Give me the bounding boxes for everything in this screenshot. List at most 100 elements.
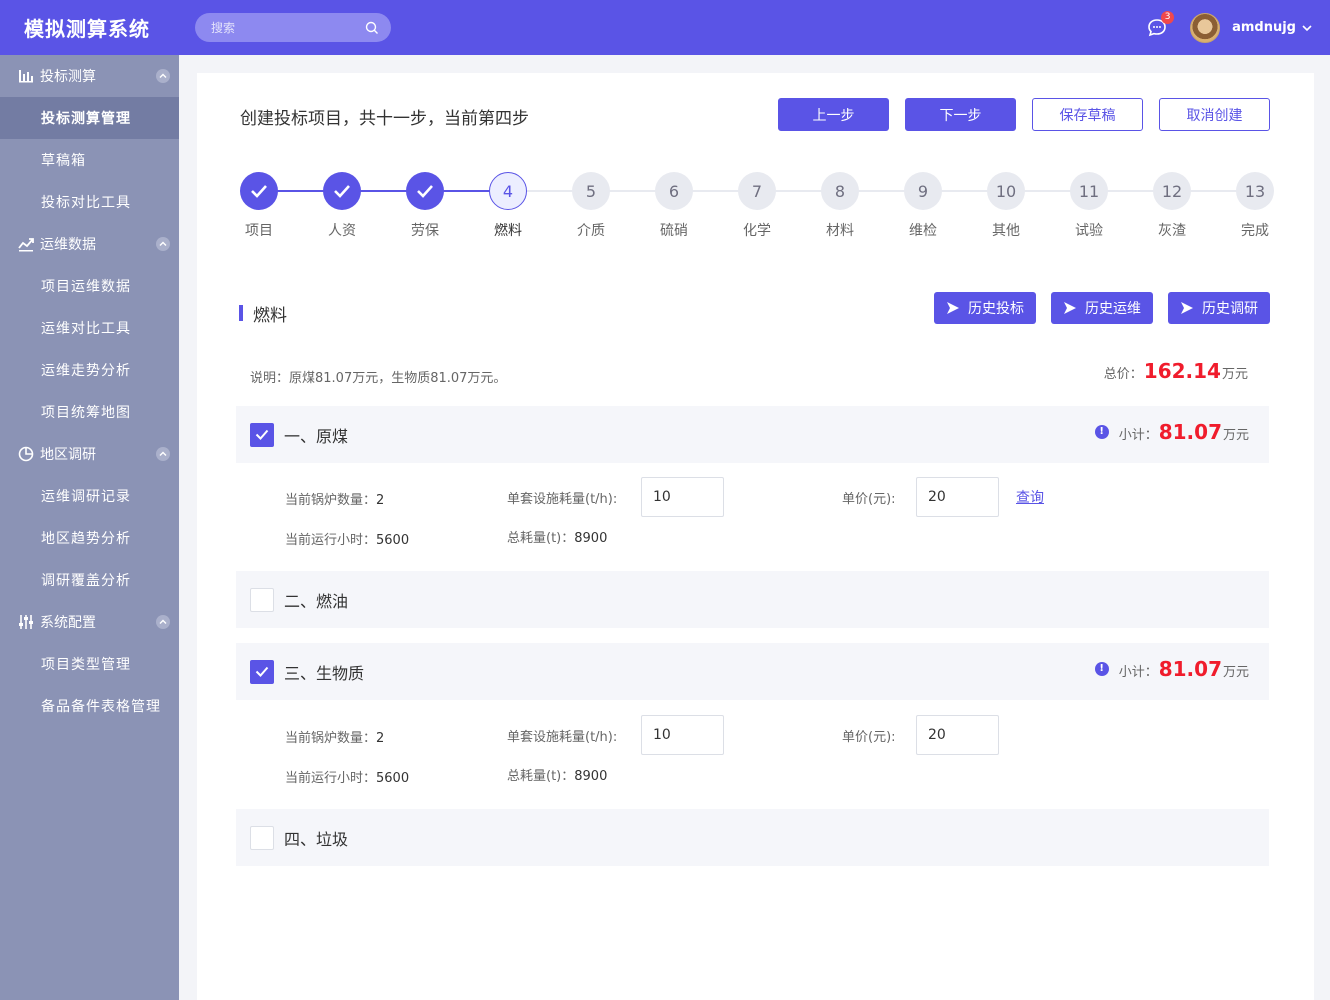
sidebar-item-bid-compare[interactable]: 投标对比工具: [0, 181, 179, 223]
history-research-button[interactable]: 历史调研: [1168, 292, 1270, 324]
unit-price-input[interactable]: [916, 715, 999, 755]
query-link[interactable]: 查询: [1016, 487, 1044, 507]
total-label: 总价：: [1103, 367, 1143, 382]
item-title: 一、原煤: [284, 426, 349, 446]
biomass-checkbox[interactable]: [250, 659, 274, 684]
total-consumption-value: 8900: [574, 769, 608, 784]
chevron-up-icon[interactable]: [156, 615, 170, 629]
history-bid-button[interactable]: 历史投标: [934, 292, 1036, 324]
sidebar-item-bid-calc-manage[interactable]: 投标测算管理: [0, 97, 179, 139]
info-icon[interactable]: !: [1094, 425, 1109, 439]
step-number: 10: [987, 172, 1025, 210]
step-6[interactable]: 6 硫硝: [655, 172, 693, 240]
sidebar-item-ops-compare[interactable]: 运维对比工具: [0, 307, 179, 349]
fuel-oil-checkbox[interactable]: [250, 587, 274, 612]
sidebar-group-bid-calc[interactable]: 投标测算: [0, 55, 179, 97]
next-step-button[interactable]: 下一步: [905, 98, 1016, 131]
section-note: 说明：原煤81.07万元，生物质81.07万元。: [250, 371, 507, 386]
step-label: 完成: [1241, 223, 1269, 239]
search-box[interactable]: [195, 13, 391, 42]
subtotal-value: 81.07: [1158, 420, 1222, 444]
step-label: 材料: [826, 223, 854, 239]
info-icon[interactable]: !: [1094, 662, 1109, 676]
consumption-input[interactable]: [641, 715, 724, 755]
step-5[interactable]: 5 介质: [572, 172, 610, 240]
sidebar: 投标测算 投标测算管理 草稿箱 投标对比工具 运维数据 项目运维数据 运维对比工…: [0, 55, 179, 1000]
total-consumption-label: 总耗量(t)：: [507, 769, 575, 784]
sidebar-item-research-records[interactable]: 运维调研记录: [0, 475, 179, 517]
step-11[interactable]: 11 试验: [1070, 172, 1108, 240]
search-input[interactable]: [211, 20, 365, 35]
check-icon: [406, 172, 444, 210]
sidebar-item-drafts[interactable]: 草稿箱: [0, 139, 179, 181]
step-1[interactable]: 项目: [240, 172, 278, 240]
sidebar-item-spare-parts[interactable]: 备品备件表格管理: [0, 685, 179, 727]
section-marker: [239, 305, 243, 321]
step-line-todo: [508, 190, 1252, 192]
item-header-biomass: 三、生物质 ! 小计： 81.07 万元: [236, 643, 1269, 700]
chevron-up-icon[interactable]: [156, 69, 170, 83]
check-icon: [323, 172, 361, 210]
step-label: 燃料: [494, 223, 522, 239]
history-bid-label: 历史投标: [968, 301, 1024, 317]
boiler-count-value: 2: [376, 731, 385, 746]
save-draft-button[interactable]: 保存草稿: [1032, 98, 1143, 131]
item-header-raw-coal: 一、原煤 ! 小计： 81.07 万元: [236, 406, 1269, 463]
sidebar-group-system-config[interactable]: 系统配置: [0, 601, 179, 643]
item-title: 三、生物质: [284, 663, 365, 683]
consumption-input[interactable]: [641, 477, 724, 517]
step-3[interactable]: 劳保: [406, 172, 444, 240]
total-unit: 万元: [1221, 367, 1248, 382]
step-number: 5: [572, 172, 610, 210]
boiler-count-label: 当前锅炉数量：: [285, 493, 377, 508]
subtotal-label: 小计：: [1118, 428, 1158, 443]
raw-coal-checkbox[interactable]: [250, 422, 274, 447]
step-2[interactable]: 人资: [323, 172, 361, 240]
search-icon[interactable]: [365, 21, 379, 35]
garbage-checkbox[interactable]: [250, 825, 274, 850]
consumption-label: 单套设施耗量(t/h):: [507, 492, 618, 507]
boiler-count: 当前锅炉数量：2: [285, 489, 384, 508]
cancel-create-button[interactable]: 取消创建: [1159, 98, 1270, 131]
chevron-down-icon[interactable]: [1302, 23, 1312, 33]
subtotal: ! 小计： 81.07 万元: [1094, 420, 1249, 444]
step-label: 劳保: [411, 223, 439, 239]
step-10[interactable]: 10 其他: [987, 172, 1025, 240]
step-7[interactable]: 7 化学: [738, 172, 776, 240]
item-header-garbage: 四、垃圾: [236, 809, 1269, 866]
stepper: 项目 人资 劳保 4 燃料 5 介质 6 硫硝 7 化学 8 材料 9 维检 1…: [240, 172, 1274, 242]
sidebar-item-project-types[interactable]: 项目类型管理: [0, 643, 179, 685]
chevron-up-icon[interactable]: [156, 237, 170, 251]
bar-chart-icon: [19, 70, 33, 83]
sidebar-group-region-research[interactable]: 地区调研: [0, 433, 179, 475]
username[interactable]: amdnujg: [1232, 20, 1296, 35]
sidebar-item-coverage[interactable]: 调研覆盖分析: [0, 559, 179, 601]
prev-step-button[interactable]: 上一步: [778, 98, 889, 131]
step-label: 介质: [577, 223, 605, 239]
step-13[interactable]: 13 完成: [1236, 172, 1274, 240]
avatar[interactable]: [1190, 12, 1221, 43]
total-price: 总价： 162.14 万元: [1104, 359, 1248, 383]
sidebar-item-project-map[interactable]: 项目统筹地图: [0, 391, 179, 433]
main-card: 创建投标项目，共十一步，当前第四步 上一步 下一步 保存草稿 取消创建 项目 人…: [197, 73, 1314, 1000]
running-hours-label: 当前运行小时：: [285, 771, 377, 786]
sidebar-item-project-ops[interactable]: 项目运维数据: [0, 265, 179, 307]
sidebar-item-ops-trend[interactable]: 运维走势分析: [0, 349, 179, 391]
sidebar-group-label: 地区调研: [40, 447, 96, 463]
step-12[interactable]: 12 灰渣: [1153, 172, 1191, 240]
step-4[interactable]: 4 燃料: [489, 172, 527, 240]
step-8[interactable]: 8 材料: [821, 172, 859, 240]
unit-price-input[interactable]: [916, 477, 999, 517]
sidebar-group-label: 运维数据: [40, 237, 96, 253]
history-ops-button[interactable]: 历史运维: [1051, 292, 1153, 324]
message-button[interactable]: 3: [1146, 10, 1175, 39]
chevron-up-icon[interactable]: [156, 447, 170, 461]
running-hours-label: 当前运行小时：: [285, 533, 377, 548]
step-label: 硫硝: [660, 223, 688, 239]
step-9[interactable]: 9 维检: [904, 172, 942, 240]
sidebar-item-region-trend[interactable]: 地区趋势分析: [0, 517, 179, 559]
send-icon: [1181, 302, 1193, 314]
total-value: 162.14: [1143, 359, 1221, 383]
sidebar-group-ops-data[interactable]: 运维数据: [0, 223, 179, 265]
step-label: 项目: [245, 223, 273, 239]
